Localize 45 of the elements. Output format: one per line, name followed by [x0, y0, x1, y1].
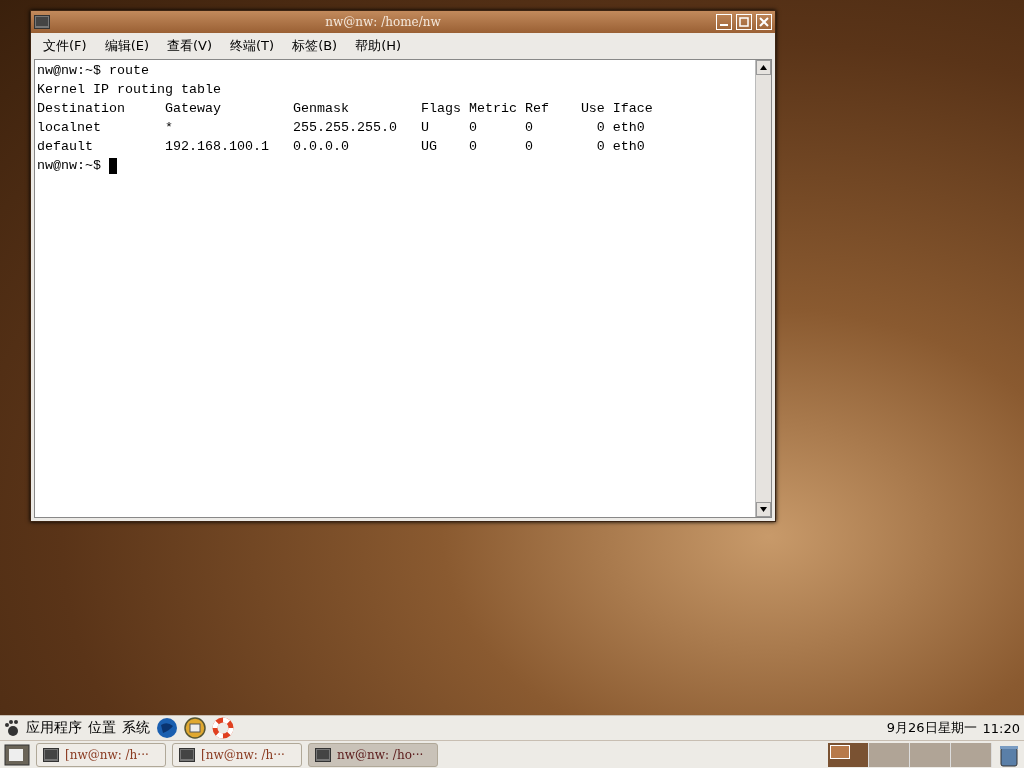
- show-desktop-icon[interactable]: [4, 743, 30, 766]
- maximize-button[interactable]: [736, 14, 752, 30]
- scroll-down-button[interactable]: [756, 502, 771, 517]
- menu-item[interactable]: 帮助(H): [349, 37, 408, 55]
- lifebuoy-icon[interactable]: [212, 717, 234, 739]
- workspace-button[interactable]: [828, 742, 869, 767]
- menu-item[interactable]: 文件(F): [37, 37, 93, 55]
- menu-item[interactable]: 标签(B): [286, 37, 344, 55]
- scroll-up-button[interactable]: [756, 60, 771, 75]
- maximize-icon: [739, 17, 749, 27]
- text-cursor: [109, 157, 117, 174]
- up-arrow-icon: [760, 65, 767, 70]
- menu-item[interactable]: 终端(T): [224, 37, 281, 55]
- taskbar-button[interactable]: nw@nw: /ho···: [308, 742, 438, 767]
- terminal-icon: [43, 747, 59, 762]
- minimize-icon: [720, 24, 728, 26]
- close-button[interactable]: [756, 14, 772, 30]
- window-title: nw@nw: /home/nw: [324, 15, 442, 29]
- panel-menu[interactable]: 应用程序: [26, 719, 82, 737]
- terminal-area[interactable]: nw@nw:~$ route Kernel IP routing table Destination Gateway Genmask Flags Metric Ref Use Iface localnet * 255.255.255.0 U 0 0 0 eth0 default 192.168.100.1 0.0.0.0 UG 0 0 0 eth0 nw@nw:~$: [35, 60, 755, 517]
- terminal-line: Destination Gateway Genmask Flags Metric Ref Use Iface: [37, 100, 654, 118]
- terminal-icon: [315, 747, 331, 762]
- down-arrow-icon: [760, 507, 767, 512]
- taskbar-button[interactable]: [nw@nw: /h···: [172, 742, 302, 767]
- time-text[interactable]: 11:20: [982, 720, 1020, 736]
- minimize-button[interactable]: [716, 14, 732, 30]
- menu-item[interactable]: 查看(V): [161, 37, 219, 55]
- menu-item[interactable]: 编辑(E): [98, 37, 155, 55]
- close-icon: [759, 17, 769, 27]
- terminal-prompt: nw@nw:~$: [37, 157, 102, 175]
- window-thumbnail: [830, 744, 850, 759]
- terminal-icon: [34, 15, 50, 29]
- taskbar-button[interactable]: [nw@nw: /h···: [36, 742, 166, 767]
- terminal-icon: [179, 747, 195, 762]
- globe-icon[interactable]: [156, 717, 178, 739]
- terminal-line: default 192.168.100.1 0.0.0.0 UG 0 0 0 eth0: [37, 138, 646, 156]
- terminal-line: localnet * 255.255.255.0 U 0 0 0 eth0: [37, 119, 646, 137]
- date-text[interactable]: 9月26日星期一: [886, 719, 977, 737]
- foot-icon[interactable]: [4, 719, 20, 737]
- panel-menu[interactable]: 系统: [122, 719, 150, 737]
- terminal-line: Kernel IP routing table: [37, 81, 222, 99]
- terminal-line: nw@nw:~$ route: [37, 62, 150, 80]
- mail-icon[interactable]: [184, 717, 206, 739]
- scrollbar[interactable]: [755, 60, 771, 517]
- panel-menu[interactable]: 位置: [88, 719, 116, 737]
